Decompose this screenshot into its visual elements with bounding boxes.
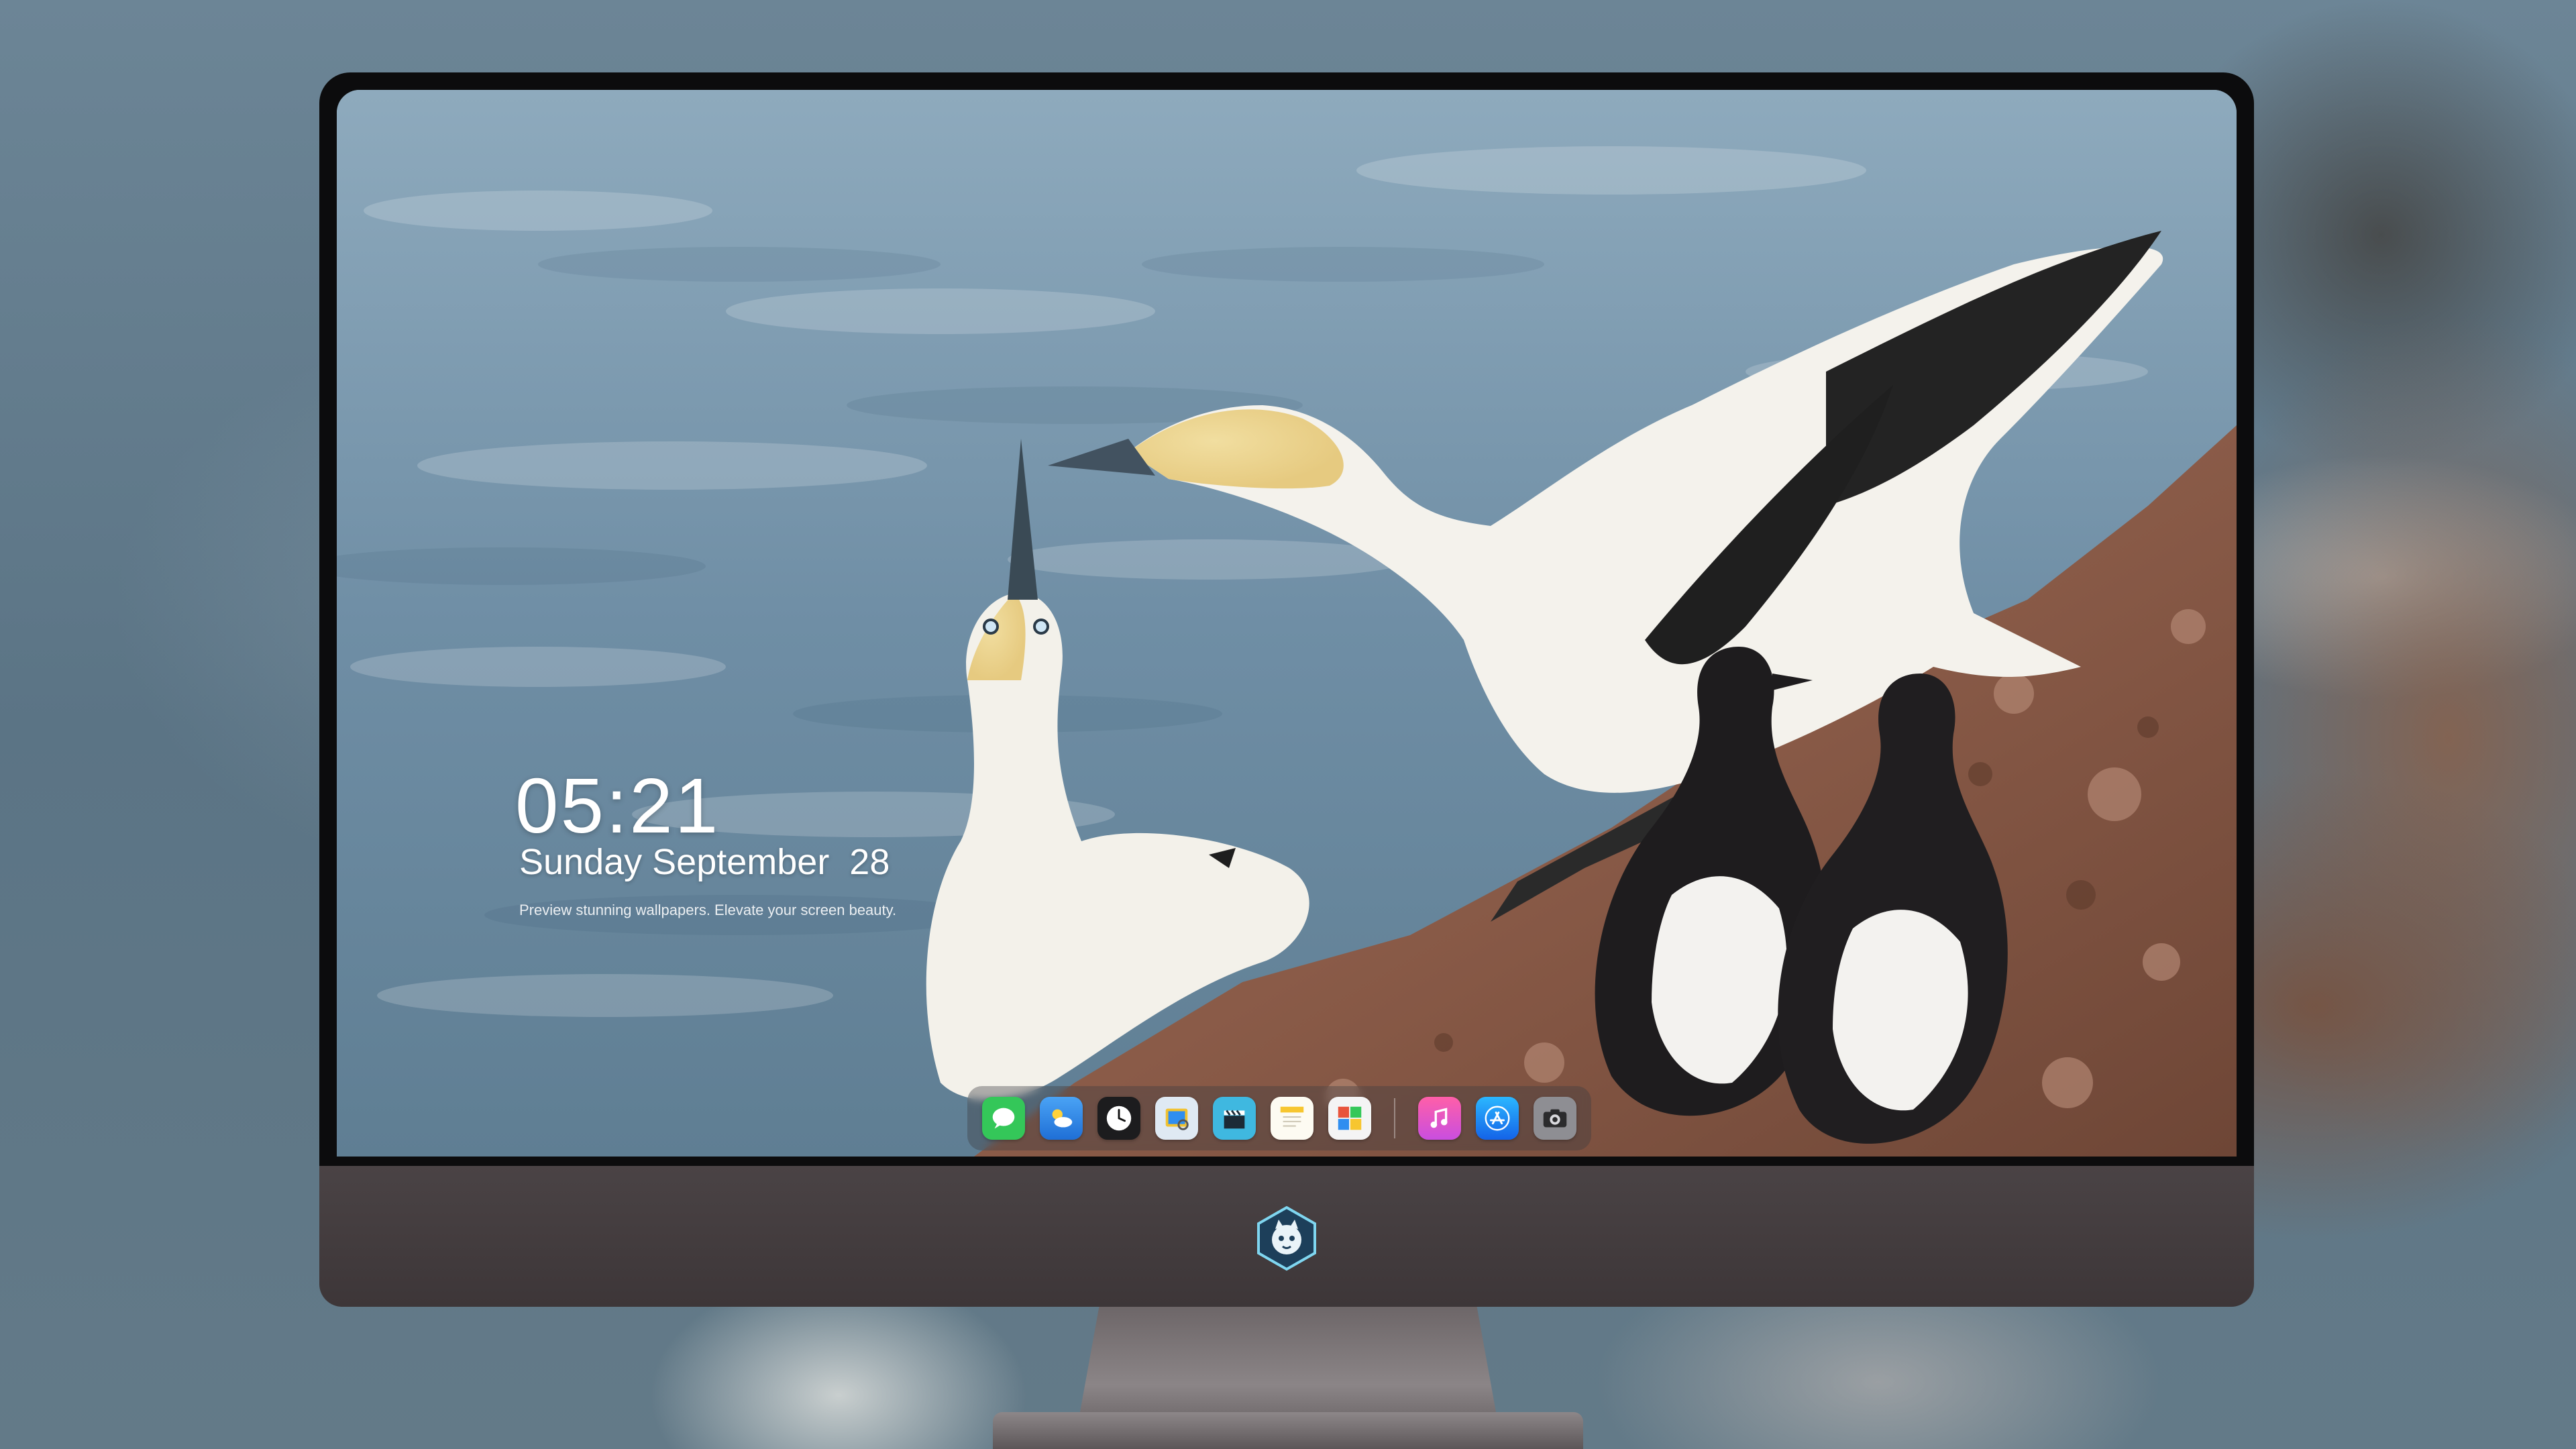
preview-icon[interactable] bbox=[1155, 1097, 1198, 1140]
monitor-stand-base bbox=[993, 1412, 1583, 1449]
clock-icon[interactable] bbox=[1097, 1097, 1140, 1140]
camera-icon[interactable] bbox=[1534, 1097, 1576, 1140]
weather-icon[interactable] bbox=[1040, 1097, 1083, 1140]
clapperboard-icon[interactable] bbox=[1213, 1097, 1256, 1140]
messages-icon[interactable] bbox=[982, 1097, 1025, 1140]
notes-icon[interactable] bbox=[1271, 1097, 1313, 1140]
app-store-icon[interactable] bbox=[1476, 1097, 1519, 1140]
lock-clock: 05:21 bbox=[515, 762, 720, 849]
monitor-bezel: 05:21 Sunday September 28 Preview stunni… bbox=[319, 72, 2254, 1166]
desktop-screen[interactable]: 05:21 Sunday September 28 Preview stunni… bbox=[337, 90, 2237, 1157]
lock-date: Sunday September 28 bbox=[519, 842, 890, 882]
music-icon[interactable] bbox=[1418, 1097, 1461, 1140]
brand-logo-icon bbox=[1253, 1205, 1320, 1272]
dock-separator bbox=[1394, 1098, 1395, 1138]
dock bbox=[967, 1086, 1591, 1150]
wallpaper-tagline: Preview stunning wallpapers. Elevate you… bbox=[519, 902, 897, 918]
wallpaper-image bbox=[337, 90, 2237, 1157]
photo-booth-icon[interactable] bbox=[1328, 1097, 1371, 1140]
monitor: 05:21 Sunday September 28 Preview stunni… bbox=[319, 72, 2254, 1307]
